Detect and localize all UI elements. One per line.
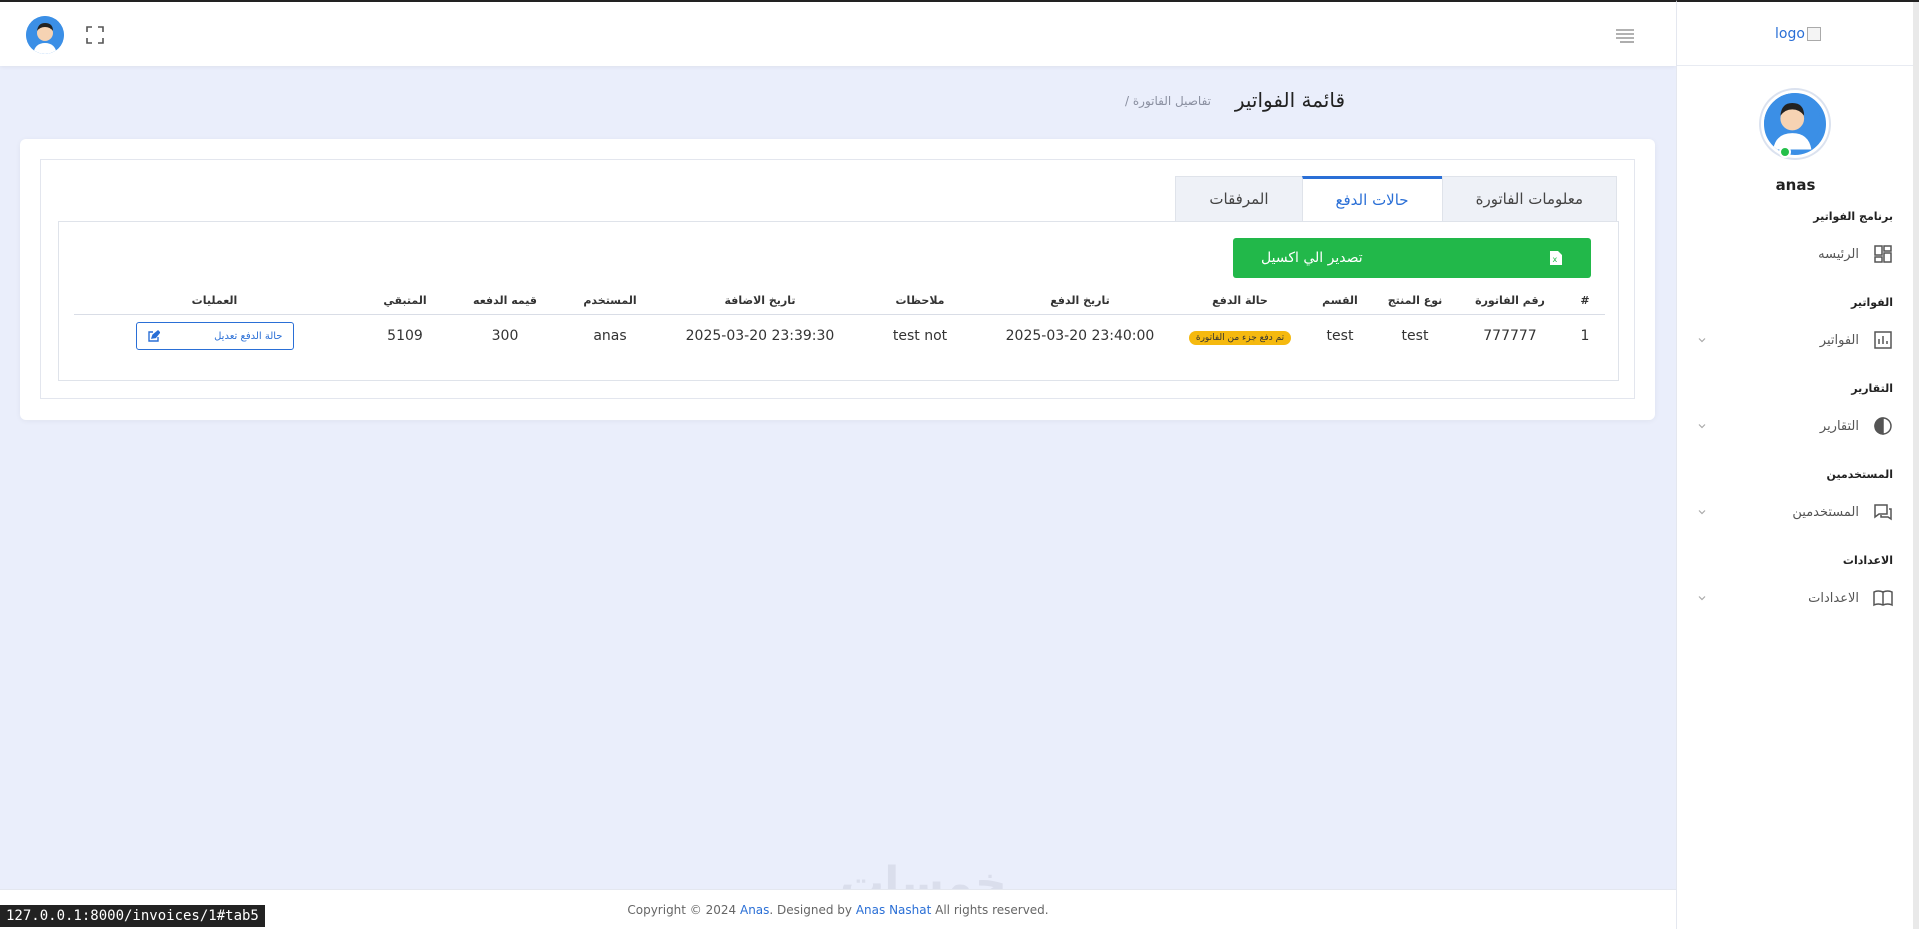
status-badge: تم دفع جزء من الفاتورة	[1188, 330, 1292, 345]
chat-icon	[1873, 502, 1893, 522]
pie-icon	[1873, 416, 1893, 436]
sidebar-item-label: المستخدمين	[1792, 504, 1859, 520]
col-header-invoice-number: رقم الفاتورة	[1455, 287, 1565, 315]
tab-attachments[interactable]: المرفقات	[1175, 176, 1303, 222]
breadcrumb[interactable]: / تفاصيل الفاتورة	[1125, 94, 1211, 108]
payment-status-panel: تصدير الي اكسيل x # رقم الفاتورة نوع الم…	[58, 221, 1619, 381]
logo[interactable]: logo	[1775, 26, 1821, 42]
sidebar-heading-users: المستخدمين	[1826, 468, 1893, 481]
sidebar-item-users[interactable]: المستخدمين	[1697, 500, 1893, 524]
cell-invoice-number: 777777	[1483, 328, 1537, 345]
footer-suffix: All rights reserved.	[931, 903, 1049, 917]
browser-status-url: 127.0.0.1:8000/invoices/1#tab5	[0, 905, 265, 927]
cell-actions: حالة الدفع تعديل	[74, 314, 355, 358]
logo-area[interactable]: logo	[1677, 2, 1919, 66]
export-excel-label: تصدير الي اكسيل	[1261, 250, 1363, 266]
logo-alt-text: logo	[1775, 25, 1805, 42]
sidebar-heading-invoices: الفواتير	[1851, 296, 1893, 309]
sidebar-item-settings[interactable]: الاعدادات	[1697, 586, 1893, 610]
col-header-remaining: المتبقي	[355, 287, 455, 315]
cell-user: anas	[593, 328, 627, 345]
edit-payment-status-button[interactable]: حالة الدفع تعديل	[135, 322, 294, 351]
tab-payment-status[interactable]: حالات الدفع	[1301, 176, 1443, 222]
sidebar-heading-settings: الاعدادات	[1842, 554, 1893, 567]
sidebar-scrollbar[interactable]	[1913, 2, 1919, 929]
col-header-payment-status: حالة الدفع	[1175, 287, 1305, 315]
book-icon	[1873, 588, 1893, 608]
col-header-payment-date: تاريخ الدفع	[985, 287, 1175, 315]
col-header-index: #	[1565, 287, 1605, 315]
sidebar-item-label: الرئيسه	[1818, 246, 1859, 262]
online-status-dot	[1779, 146, 1791, 158]
sidebar-item-invoices[interactable]: الفواتير	[1697, 328, 1893, 352]
chevron-down-icon	[1697, 334, 1707, 344]
dashboard-icon	[1873, 244, 1893, 264]
sidebar-item-label: الفواتير	[1819, 332, 1859, 348]
chevron-down-icon	[1697, 506, 1707, 516]
cell-payment-date: 2025-03-20 23:40:00	[1005, 328, 1155, 345]
cell-section: test	[1326, 328, 1354, 345]
footer-middle: . Designed by	[769, 903, 856, 917]
cell-created-at: 2025-03-20 23:39:30	[685, 328, 835, 345]
sidebar: logo anas برنامج الفواتير الرئيسه الفوات…	[1676, 0, 1919, 929]
profile-name: anas	[1775, 176, 1816, 194]
footer-designer-link[interactable]: Anas Nashat	[856, 903, 931, 917]
table-header-row: # رقم الفاتورة نوع المنتج القسم حالة الد…	[74, 287, 1605, 315]
cell-remaining: 5109	[387, 328, 423, 345]
footer-prefix: Copyright © 2024	[627, 903, 740, 917]
cell-amount: 300	[491, 328, 519, 345]
page-title: قائمة الفواتير	[1234, 88, 1345, 112]
sidebar-item-reports[interactable]: التقارير	[1697, 414, 1893, 438]
avatar[interactable]	[26, 16, 64, 54]
excel-icon: x	[1549, 250, 1563, 266]
sidebar-item-label: التقارير	[1819, 418, 1859, 434]
footer-brand-link[interactable]: Anas	[740, 903, 769, 917]
cell-index: 1	[1580, 328, 1590, 345]
tab-bar: معلومات الفاتورة حالات الدفع المرفقات	[1175, 176, 1617, 222]
invoice-details-card: معلومات الفاتورة حالات الدفع المرفقات تص…	[20, 139, 1655, 420]
col-header-user: المستخدم	[555, 287, 665, 315]
edit-icon	[147, 329, 160, 343]
cell-payment-status: تم دفع جزء من الفاتورة	[1175, 314, 1305, 358]
col-header-amount: قيمه الدفعه	[455, 287, 555, 315]
payments-table: # رقم الفاتورة نوع المنتج القسم حالة الد…	[74, 287, 1605, 358]
chart-icon	[1873, 330, 1893, 350]
hamburger-menu-icon[interactable]	[1614, 26, 1636, 44]
cell-notes: test not	[892, 328, 948, 345]
col-header-created-at: تاريخ الاضافة	[665, 287, 855, 315]
profile-avatar	[1761, 90, 1829, 158]
sidebar-heading-reports: التقارير	[1851, 382, 1893, 395]
edit-payment-status-label: حالة الدفع تعديل	[214, 330, 283, 342]
export-excel-button[interactable]: تصدير الي اكسيل x	[1233, 238, 1591, 278]
tab-invoice-info[interactable]: معلومات الفاتورة	[1441, 176, 1617, 222]
sidebar-item-home[interactable]: الرئيسه	[1697, 242, 1893, 266]
chevron-down-icon	[1697, 592, 1707, 602]
sidebar-heading-program: برنامج الفواتير	[1813, 210, 1893, 223]
col-header-actions: العمليات	[74, 287, 355, 315]
cell-product: test	[1401, 328, 1429, 345]
broken-image-icon	[1806, 26, 1821, 41]
col-header-product: نوع المنتج	[1375, 287, 1455, 315]
sidebar-item-label: الاعدادات	[1808, 590, 1859, 606]
fullscreen-icon[interactable]	[86, 26, 104, 44]
top-navbar	[0, 0, 1676, 66]
svg-text:x: x	[1553, 255, 1558, 264]
col-header-notes: ملاحظات	[855, 287, 985, 315]
chevron-down-icon	[1697, 420, 1707, 430]
col-header-section: القسم	[1305, 287, 1375, 315]
tabs-container: معلومات الفاتورة حالات الدفع المرفقات تص…	[40, 159, 1635, 399]
table-row: 1 777777 test test تم دفع جزء من الفاتور…	[74, 314, 1605, 358]
